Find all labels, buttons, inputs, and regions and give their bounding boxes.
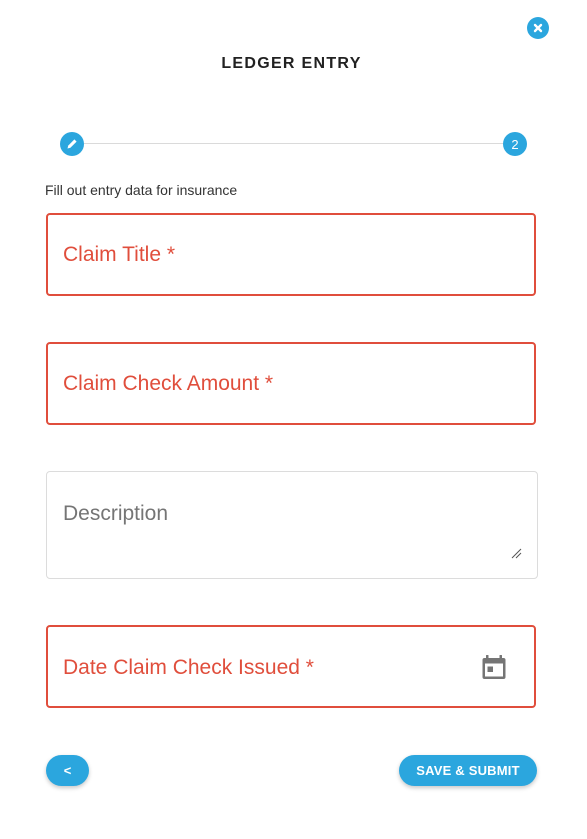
- pencil-icon: [67, 139, 77, 149]
- resize-handle-icon[interactable]: [511, 548, 522, 559]
- date-claim-check-issued-input[interactable]: Date Claim Check Issued *: [46, 625, 536, 708]
- description-textarea[interactable]: Description: [46, 471, 538, 579]
- step-1-indicator[interactable]: [60, 132, 84, 156]
- form-subtitle: Fill out entry data for insurance: [45, 182, 238, 198]
- claim-check-amount-label: Claim Check Amount *: [63, 372, 274, 395]
- dialog-title: LEDGER ENTRY: [221, 55, 362, 72]
- claim-title-input[interactable]: Claim Title *: [46, 213, 536, 296]
- step-2-indicator[interactable]: 2: [503, 132, 527, 156]
- back-button[interactable]: <: [46, 755, 89, 786]
- close-button[interactable]: [527, 17, 549, 39]
- calendar-icon[interactable]: [480, 653, 508, 681]
- description-label: Description: [63, 502, 169, 525]
- step-2-number: 2: [511, 136, 519, 152]
- claim-title-label: Claim Title *: [63, 243, 176, 266]
- claim-check-amount-input[interactable]: Claim Check Amount *: [46, 342, 536, 425]
- date-claim-check-issued-label: Date Claim Check Issued *: [63, 656, 314, 679]
- close-icon: [533, 23, 543, 33]
- save-and-submit-button[interactable]: SAVE & SUBMIT: [399, 755, 537, 786]
- stepper-connector: [84, 143, 504, 144]
